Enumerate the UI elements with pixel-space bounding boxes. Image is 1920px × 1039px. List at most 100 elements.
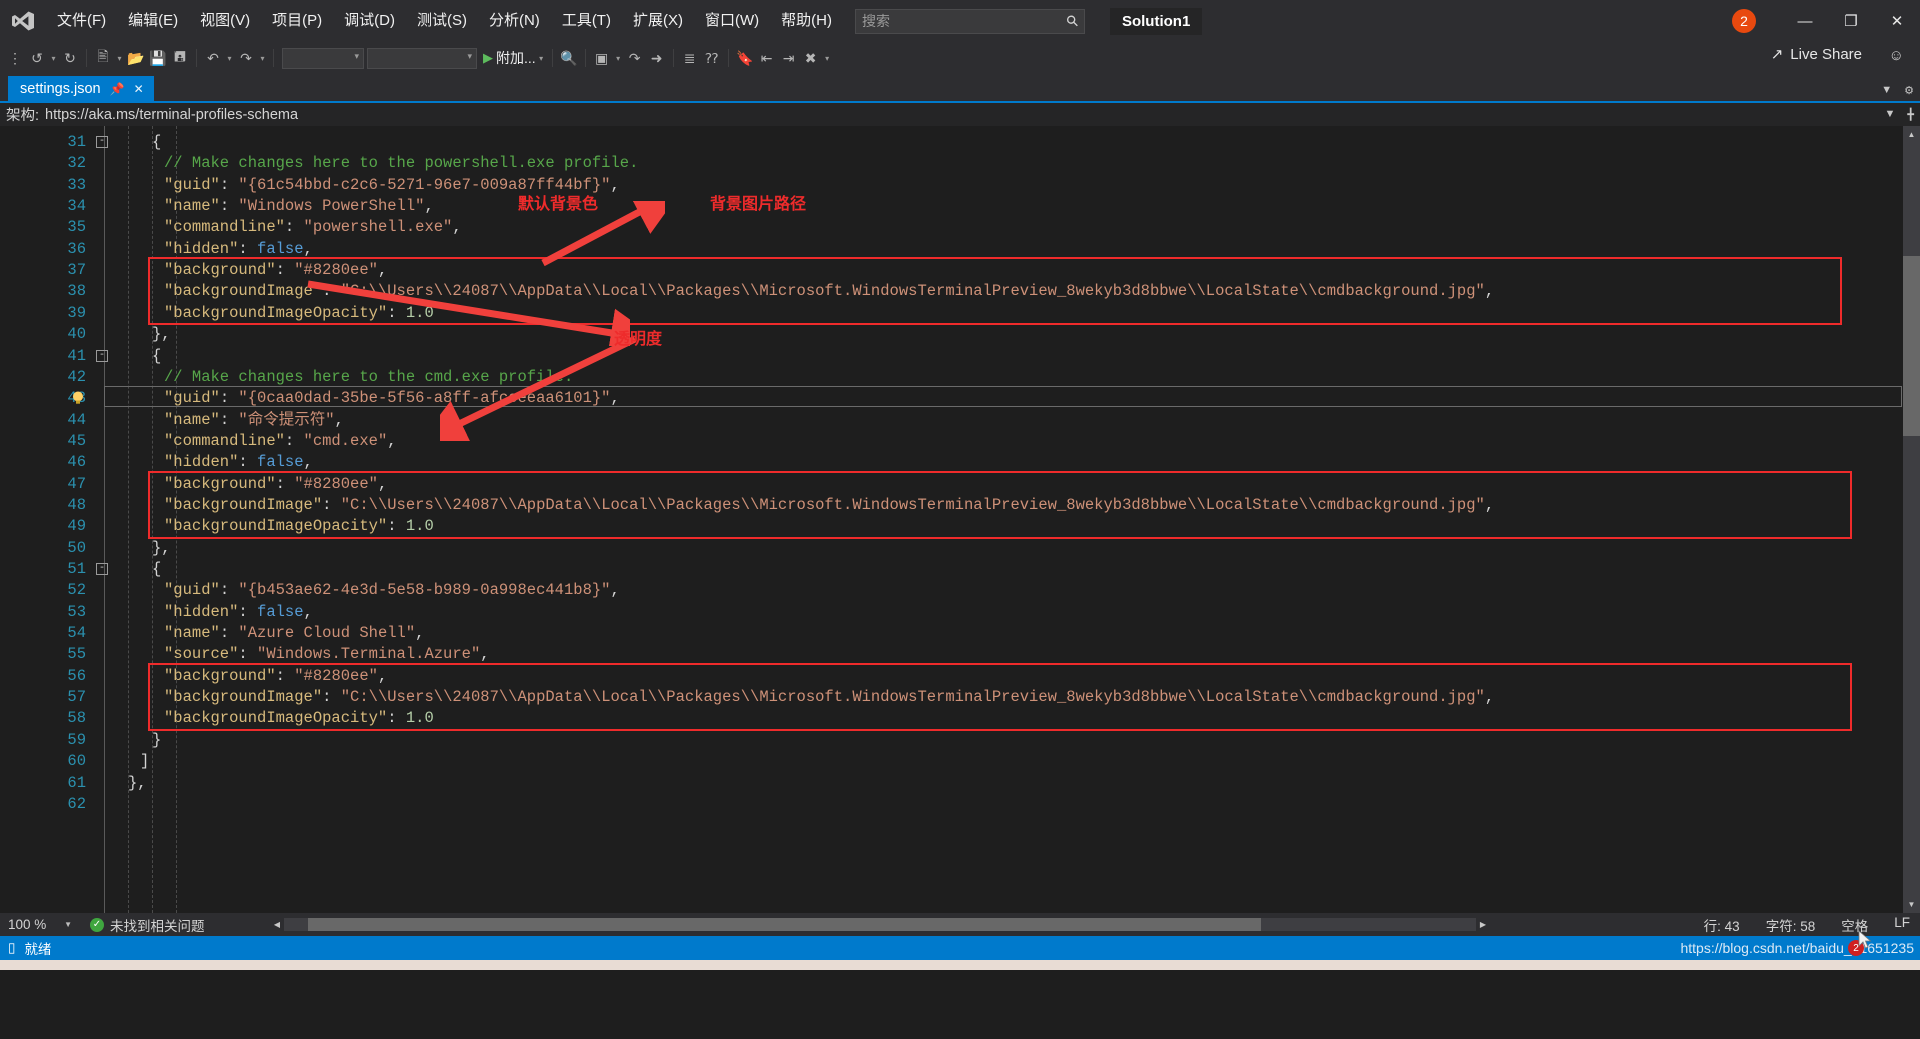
fold-toggle-icon[interactable]: - bbox=[96, 563, 108, 575]
navigate-forward-icon[interactable]: ↻ bbox=[59, 46, 81, 70]
code-line[interactable]: 61}, bbox=[0, 773, 1903, 794]
code-line[interactable]: 53 "hidden": false, bbox=[0, 602, 1903, 623]
undo-dropdown-icon[interactable]: ▾ bbox=[224, 54, 235, 63]
find-icon[interactable]: 🔍 bbox=[558, 46, 580, 70]
scroll-down-icon[interactable]: ▼ bbox=[1903, 896, 1920, 913]
editor-horizontal-scrollbar[interactable]: ◀ ▶ bbox=[270, 917, 1490, 931]
fold-toggle-icon[interactable]: - bbox=[96, 349, 108, 362]
new-project-icon[interactable]: 🖹 bbox=[92, 46, 114, 70]
code-line[interactable]: 36 "hidden": false, bbox=[0, 239, 1903, 260]
code-line[interactable]: 33 "guid": "{61c54bbd-c2c6-5271-96e7-009a… bbox=[0, 175, 1903, 196]
start-debug-icon[interactable]: ▶ bbox=[483, 50, 493, 66]
new-project-dropdown-icon[interactable]: ▾ bbox=[114, 54, 125, 63]
issue-status[interactable]: ✓ 未找到相关问题 bbox=[78, 915, 205, 935]
fold-toggle-icon[interactable]: - bbox=[96, 136, 108, 148]
eol-indicator[interactable]: LF bbox=[1894, 915, 1910, 935]
window-layout-dropdown-icon[interactable]: ▾ bbox=[613, 54, 624, 63]
menu-project[interactable]: 项目(P) bbox=[261, 0, 333, 42]
chevron-down-icon[interactable]: ▼ bbox=[1881, 84, 1892, 97]
code-line[interactable]: 38 "backgroundImage": "C:\\Users\\24087\\… bbox=[0, 281, 1903, 302]
code-line[interactable]: 55 "source": "Windows.Terminal.Azure", bbox=[0, 644, 1903, 665]
split-editor-icon[interactable]: ╋ bbox=[1907, 108, 1914, 121]
code-line[interactable]: 41- { bbox=[0, 346, 1903, 367]
minimize-icon[interactable]: — bbox=[1782, 0, 1828, 42]
maximize-icon[interactable]: ❐ bbox=[1828, 0, 1874, 42]
code-line[interactable]: 39 "backgroundImageOpacity": 1.0 bbox=[0, 303, 1903, 324]
navigate-back-icon[interactable]: ↺ bbox=[26, 46, 48, 70]
scroll-left-icon[interactable]: ◀ bbox=[270, 920, 284, 929]
code-line[interactable]: 45 "commandline": "cmd.exe", bbox=[0, 431, 1903, 452]
code-line[interactable]: 42// Make changes here to the cmd.exe pr… bbox=[0, 367, 1903, 388]
char-indicator[interactable]: 字符: 58 bbox=[1766, 915, 1816, 935]
code-line[interactable]: 60] bbox=[0, 751, 1903, 772]
bookmark-icon[interactable]: 🔖 bbox=[734, 46, 756, 70]
h-scroll-track[interactable] bbox=[284, 917, 1476, 931]
code-line[interactable]: 59} bbox=[0, 730, 1903, 751]
previous-bookmark-icon[interactable]: ⇤ bbox=[756, 46, 778, 70]
redo-dropdown-icon[interactable]: ▾ bbox=[257, 54, 268, 63]
open-file-icon[interactable]: 📂 bbox=[125, 46, 147, 70]
scroll-right-icon[interactable]: ▶ bbox=[1476, 920, 1490, 929]
notification-badge[interactable]: 2 bbox=[1732, 9, 1756, 33]
code-line[interactable]: 44 "name": "命令提示符", bbox=[0, 410, 1903, 431]
code-line[interactable]: 52 "guid": "{b453ae62-4e3d-5e58-b989-0a99… bbox=[0, 580, 1903, 601]
save-icon[interactable]: 💾 bbox=[147, 46, 169, 70]
code-line[interactable]: 40}, bbox=[0, 324, 1903, 345]
code-editor[interactable]: 31-{32// Make changes here to the powers… bbox=[0, 126, 1920, 913]
code-line[interactable]: 32 // Make changes here to the powershell… bbox=[0, 153, 1903, 174]
comment-icon[interactable]: ⁇ bbox=[701, 46, 723, 70]
code-line[interactable]: 46 "hidden": false, bbox=[0, 452, 1903, 473]
menu-help[interactable]: 帮助(H) bbox=[770, 0, 843, 42]
chevron-down-icon[interactable]: ▼ bbox=[64, 920, 72, 929]
scroll-up-icon[interactable]: ▲ bbox=[1903, 126, 1920, 143]
code-line[interactable]: 34 "name": "Windows PowerShell", bbox=[0, 196, 1903, 217]
tab-settings-json[interactable]: settings.json 📌 ✕ bbox=[8, 76, 154, 101]
menu-tools[interactable]: 工具(T) bbox=[551, 0, 622, 42]
step-into-icon[interactable]: ↷ bbox=[624, 46, 646, 70]
menu-extensions[interactable]: 扩展(X) bbox=[622, 0, 694, 42]
indent-icon[interactable]: ≣ bbox=[679, 46, 701, 70]
menu-analyze[interactable]: 分析(N) bbox=[478, 0, 551, 42]
clear-bookmark-icon[interactable]: ✖ bbox=[800, 46, 822, 70]
editor-vertical-scrollbar[interactable]: ▲ ▼ bbox=[1903, 126, 1920, 913]
schema-value[interactable]: https://aka.ms/terminal-profiles-schema bbox=[45, 107, 298, 123]
code-line[interactable]: 58 "backgroundImageOpacity": 1.0 bbox=[0, 708, 1903, 729]
gear-icon[interactable]: ⚙ bbox=[1904, 84, 1914, 97]
person-share-icon[interactable]: ☺ bbox=[1889, 47, 1904, 64]
attach-dropdown-icon[interactable]: ▾ bbox=[536, 54, 547, 63]
code-line[interactable]: 37 "background": "#8280ee", bbox=[0, 260, 1903, 281]
menu-debug[interactable]: 调试(D) bbox=[333, 0, 406, 42]
code-line[interactable]: 48 "backgroundImage": "C:\\Users\\24087\\… bbox=[0, 495, 1903, 516]
save-all-icon[interactable]: 🖪 bbox=[169, 46, 191, 70]
platform-combo[interactable] bbox=[367, 47, 477, 69]
zoom-control[interactable]: 100 % ▼ bbox=[0, 917, 78, 932]
code-line[interactable]: 31- { bbox=[0, 132, 1903, 153]
pin-icon[interactable]: 📌 bbox=[110, 82, 125, 96]
code-lines[interactable]: 31-{32// Make changes here to the powers… bbox=[0, 126, 1903, 913]
menu-edit[interactable]: 编辑(E) bbox=[117, 0, 189, 42]
toolbar-overflow-icon[interactable]: ▾ bbox=[822, 54, 833, 63]
window-layout-icon[interactable]: ▣ bbox=[591, 46, 613, 70]
code-line[interactable]: 50}, bbox=[0, 538, 1903, 559]
redo-icon[interactable]: ↷ bbox=[235, 46, 257, 70]
code-line[interactable]: 62 bbox=[0, 794, 1903, 815]
line-indicator[interactable]: 行: 43 bbox=[1704, 915, 1740, 935]
close-icon[interactable]: ✕ bbox=[1874, 0, 1920, 42]
undo-icon[interactable]: ↶ bbox=[202, 46, 224, 70]
code-line[interactable]: 35 "commandline": "powershell.exe", bbox=[0, 217, 1903, 238]
configuration-combo[interactable] bbox=[282, 47, 364, 69]
code-line[interactable]: 56 "background": "#8280ee", bbox=[0, 666, 1903, 687]
live-share-button[interactable]: ↗ Live Share bbox=[1771, 45, 1862, 64]
back-dropdown-icon[interactable]: ▾ bbox=[48, 54, 59, 63]
vertical-scroll-thumb[interactable] bbox=[1903, 256, 1920, 436]
code-line[interactable]: 57 "backgroundImage": "C:\\Users\\24087\\… bbox=[0, 687, 1903, 708]
step-over-icon[interactable]: ➜ bbox=[646, 46, 668, 70]
lightbulb-icon[interactable] bbox=[70, 390, 86, 406]
menu-file[interactable]: 文件(F) bbox=[46, 0, 117, 42]
code-line[interactable]: 49 "backgroundImageOpacity": 1.0 bbox=[0, 516, 1903, 537]
search-input[interactable] bbox=[861, 13, 1067, 29]
next-bookmark-icon[interactable]: ⇥ bbox=[778, 46, 800, 70]
code-line[interactable]: 54 "name": "Azure Cloud Shell", bbox=[0, 623, 1903, 644]
menu-test[interactable]: 测试(S) bbox=[406, 0, 478, 42]
code-line[interactable]: 51- { bbox=[0, 559, 1903, 580]
